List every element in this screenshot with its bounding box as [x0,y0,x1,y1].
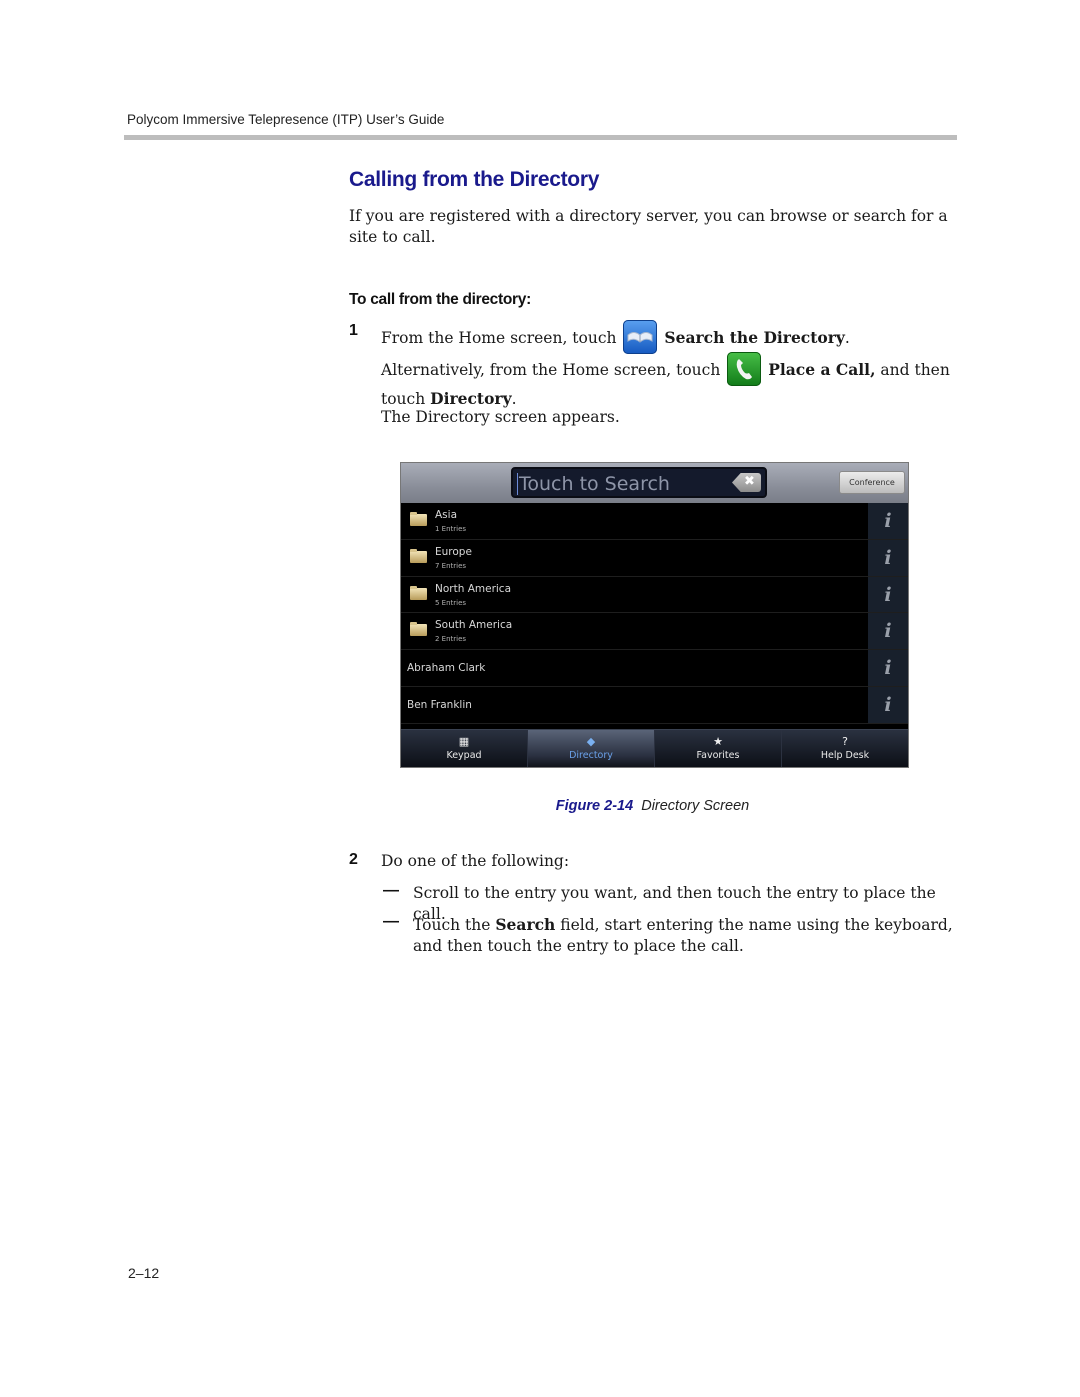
tab-label: Help Desk [820,750,870,761]
question-icon: ? [842,735,848,748]
step2-text: Do one of the following: [381,852,570,870]
screen-top-bar: Touch to Search ✖ Conference [401,463,908,503]
info-icon[interactable]: i [868,686,908,723]
place-a-call-label: Place a Call, [768,360,876,379]
keypad-icon: ▦ [458,735,470,748]
directory-book-icon: ◆ [586,735,596,748]
step1-line1: From the Home screen, touch Search the D… [381,320,961,356]
step-number: 1 [349,322,358,339]
punctuation: . [844,329,850,347]
clear-search-button[interactable]: ✖ [732,473,761,492]
contact-row[interactable]: Abraham Clark i [401,650,908,687]
folder-row-europe[interactable]: Europe 7 Entries i [401,539,908,577]
folder-name: Europe [435,545,472,558]
info-icon[interactable]: i [868,613,908,650]
intro-paragraph: If you are registered with a directory s… [349,207,948,246]
clear-icon: ✖ [744,474,755,489]
bullet-item: Touch the Search field, start entering t… [413,914,963,957]
info-icon[interactable]: i [868,503,908,539]
folder-icon [410,622,427,637]
figure-caption: Figure 2-14 Directory Screen [0,798,1080,814]
step1-line1-prefix: From the Home screen, touch [381,329,617,347]
step1-line2: Alternatively, from the Home screen, tou… [381,352,961,410]
tab-directory[interactable]: ◆ Directory [528,730,655,767]
tab-label: Directory [569,750,613,761]
directory-book-icon [623,320,658,354]
running-head: Polycom Immersive Telepresence (ITP) Use… [127,112,445,127]
folder-icon [410,585,427,600]
directory-screen-figure: Touch to Search ✖ Conference Asia 1 Entr… [400,462,909,768]
search-directory-label: Search the Directory [664,328,845,347]
folder-entries: 1 Entries [435,525,467,533]
header-rule [124,135,957,140]
search-label: Search [495,915,556,934]
search-field[interactable]: Touch to Search ✖ [511,467,767,498]
folder-icon [410,512,427,526]
bullet-dash: — [383,882,399,899]
phone-handset-icon [727,352,762,386]
tab-help-desk[interactable]: ? Help Desk [782,730,908,767]
contact-name: Abraham Clark [407,662,486,675]
step-number: 2 [349,851,358,868]
bullet-prefix: Touch the [413,916,496,934]
punctuation: . [511,390,517,408]
directory-list: Asia 1 Entries i Europe 7 Entries i Nort… [401,503,908,724]
tab-keypad[interactable]: ▦ Keypad [401,730,528,767]
figure-number: Figure 2-14 [555,798,634,814]
contact-name: Ben Franklin [407,698,472,711]
step1-line3: The Directory screen appears. [381,408,620,426]
info-icon[interactable]: i [868,576,908,613]
star-icon: ★ [713,735,723,748]
bottom-tab-bar: ▦ Keypad ◆ Directory ★ Favorites ? Help … [401,729,908,767]
contact-row[interactable]: Ben Franklin i [401,686,908,724]
tab-label: Favorites [696,750,740,761]
folder-entries: 2 Entries [435,635,467,644]
folder-name: Asia [435,509,458,521]
folder-row-south-america[interactable]: South America 2 Entries i [401,613,908,651]
info-icon[interactable]: i [868,539,908,576]
tab-favorites[interactable]: ★ Favorites [655,730,782,767]
folder-entries: 7 Entries [435,561,467,570]
step1-line2-prefix: Alternatively, from the Home screen, tou… [381,361,721,379]
section-title: Calling from the Directory [349,168,600,191]
search-placeholder: Touch to Search [517,473,670,495]
folder-name: North America [435,582,512,595]
info-icon[interactable]: i [868,650,908,686]
procedure-title: To call from the directory: [349,291,531,308]
figure-title: Directory Screen [641,798,750,814]
folder-row-north-america[interactable]: North America 5 Entries i [401,576,908,614]
folder-row-asia[interactable]: Asia 1 Entries i [401,503,908,540]
folder-entries: 5 Entries [435,598,467,607]
tab-label: Keypad [446,750,482,761]
folder-icon [410,548,427,563]
conference-button[interactable]: Conference [839,471,905,494]
bullet-dash: — [383,913,399,930]
page-number: 2–12 [128,1265,160,1281]
directory-label: Directory [430,389,512,408]
folder-name: South America [435,619,513,632]
